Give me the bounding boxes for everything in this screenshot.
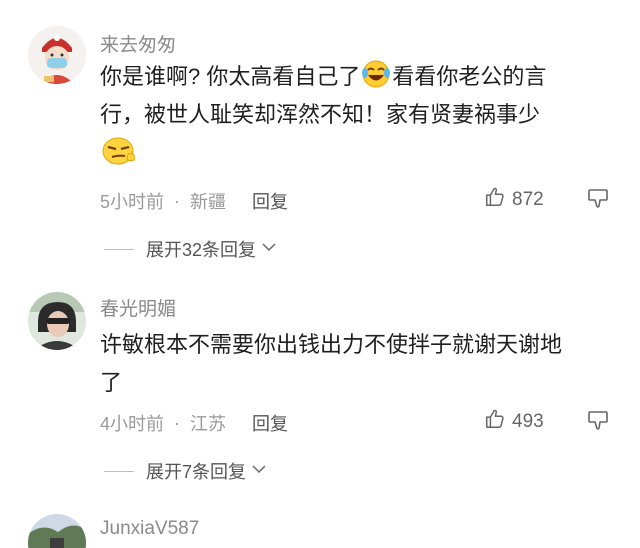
username[interactable]: JunxiaV587 <box>100 518 199 540</box>
avatar[interactable] <box>28 26 86 84</box>
divider-line <box>104 248 134 250</box>
laughing-tears-emoji-icon <box>360 58 392 90</box>
smirk-emoji-icon <box>100 134 138 168</box>
chevron-down-icon <box>246 460 268 483</box>
thumbs-down-icon <box>586 189 610 214</box>
thumbs-up-icon <box>484 186 512 214</box>
like-button[interactable]: 872 <box>484 186 544 214</box>
comment-item: 来去匆匆 你是谁啊? 你太高看自己了 看看你老公的言 行，被世人耻笑却浑然不知！… <box>0 0 640 270</box>
reply-button[interactable]: 回复 <box>252 410 288 436</box>
expand-replies-label: 展开32条回复 <box>146 240 257 260</box>
expand-replies-button[interactable]: 展开32条回复 <box>104 236 278 262</box>
dislike-button[interactable] <box>586 186 610 215</box>
like-count: 872 <box>512 189 544 210</box>
comment-text-part: 了 <box>100 370 123 395</box>
chevron-down-icon <box>256 238 278 261</box>
like-count: 493 <box>512 411 544 432</box>
comment-meta: 5小时前 · 新疆 回复 <box>100 188 288 214</box>
comment-text-part: 你是谁啊? 你太高看自己了 <box>100 64 361 89</box>
comment-text-part: 看看你老公的言 <box>392 64 547 89</box>
comment-item: JunxiaV587 <box>0 510 640 548</box>
comment-item: 春光明媚 许敏根本不需要你出钱出力不使拌子就谢天谢地 了 4小时前 · 江苏 回… <box>0 270 640 510</box>
divider-line <box>104 470 134 472</box>
comment-text-part: 行，被世人耻笑却浑然不知！家有贤妻祸事少 <box>100 102 541 127</box>
comment-text-part: 许敏根本不需要你出钱出力不使拌子就谢天谢地 <box>100 332 563 357</box>
comment-time: 4小时前 <box>100 414 165 434</box>
expand-replies-label: 展开7条回复 <box>146 462 247 482</box>
comment-location: 新疆 <box>190 192 227 212</box>
thumbs-down-icon <box>586 411 610 436</box>
comment-text: 许敏根本不需要你出钱出力不使拌子就谢天谢地 了 <box>100 326 620 402</box>
comment-text: 你是谁啊? 你太高看自己了 看看你老公的言 行，被世人耻笑却浑然不知！家有贤妻祸… <box>100 58 620 172</box>
separator: · <box>174 412 181 433</box>
expand-replies-button[interactable]: 展开7条回复 <box>104 458 268 484</box>
comment-time: 5小时前 <box>100 192 165 212</box>
username[interactable]: 春光明媚 <box>100 294 176 321</box>
reply-button[interactable]: 回复 <box>252 188 288 214</box>
like-button[interactable]: 493 <box>484 408 544 436</box>
dislike-button[interactable] <box>586 408 610 437</box>
avatar[interactable] <box>28 514 86 548</box>
comment-meta: 4小时前 · 江苏 回复 <box>100 410 288 436</box>
avatar[interactable] <box>28 292 86 350</box>
username[interactable]: 来去匆匆 <box>100 30 176 57</box>
comment-location: 江苏 <box>190 414 227 434</box>
thumbs-up-icon <box>484 408 512 436</box>
separator: · <box>174 190 181 211</box>
